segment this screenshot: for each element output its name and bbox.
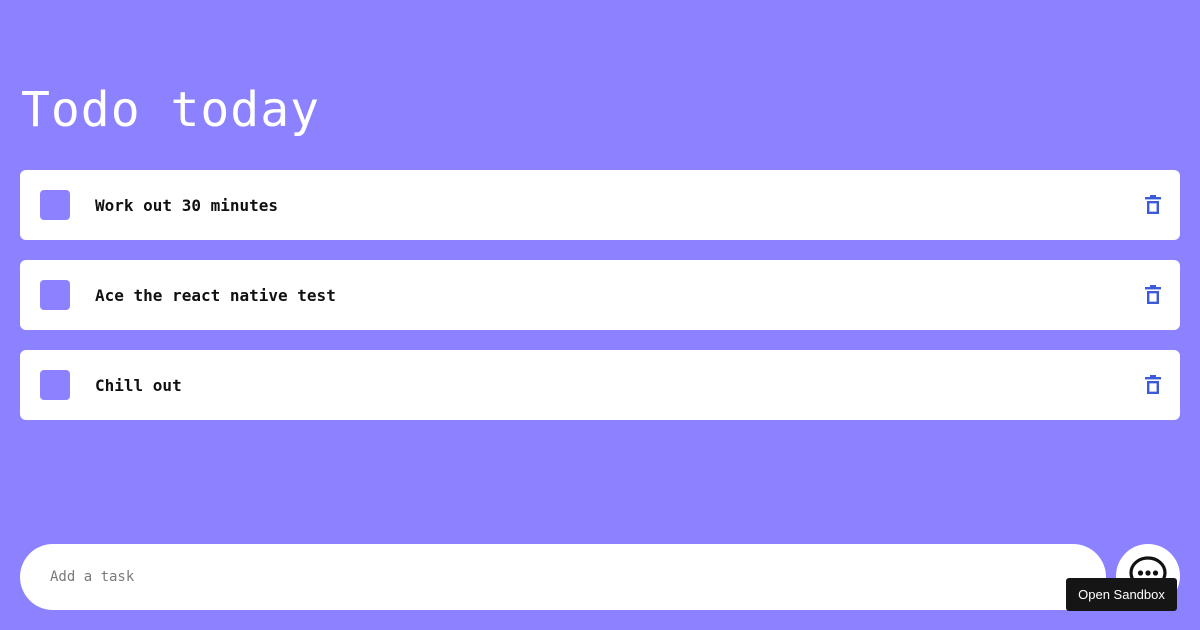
page-title: Todo today (21, 82, 320, 138)
trash-icon (1144, 285, 1162, 305)
trash-icon (1144, 375, 1162, 395)
open-sandbox-button[interactable]: Open Sandbox (1066, 578, 1177, 611)
task-label: Work out 30 minutes (95, 195, 279, 215)
delete-task-button[interactable] (1141, 373, 1165, 397)
task-checkbox[interactable] (40, 280, 70, 310)
task-item: Work out 30 minutes (20, 170, 1180, 240)
delete-task-button[interactable] (1141, 193, 1165, 217)
delete-task-button[interactable] (1141, 283, 1165, 307)
task-checkbox[interactable] (40, 190, 70, 220)
task-label: Chill out (95, 375, 182, 395)
task-checkbox[interactable] (40, 370, 70, 400)
add-task-input[interactable] (20, 544, 1106, 610)
task-item: Chill out (20, 350, 1180, 420)
trash-icon (1144, 195, 1162, 215)
task-item: Ace the react native test (20, 260, 1180, 330)
task-label: Ace the react native test (95, 285, 336, 305)
task-list: Work out 30 minutes Ace the react native… (20, 170, 1180, 420)
